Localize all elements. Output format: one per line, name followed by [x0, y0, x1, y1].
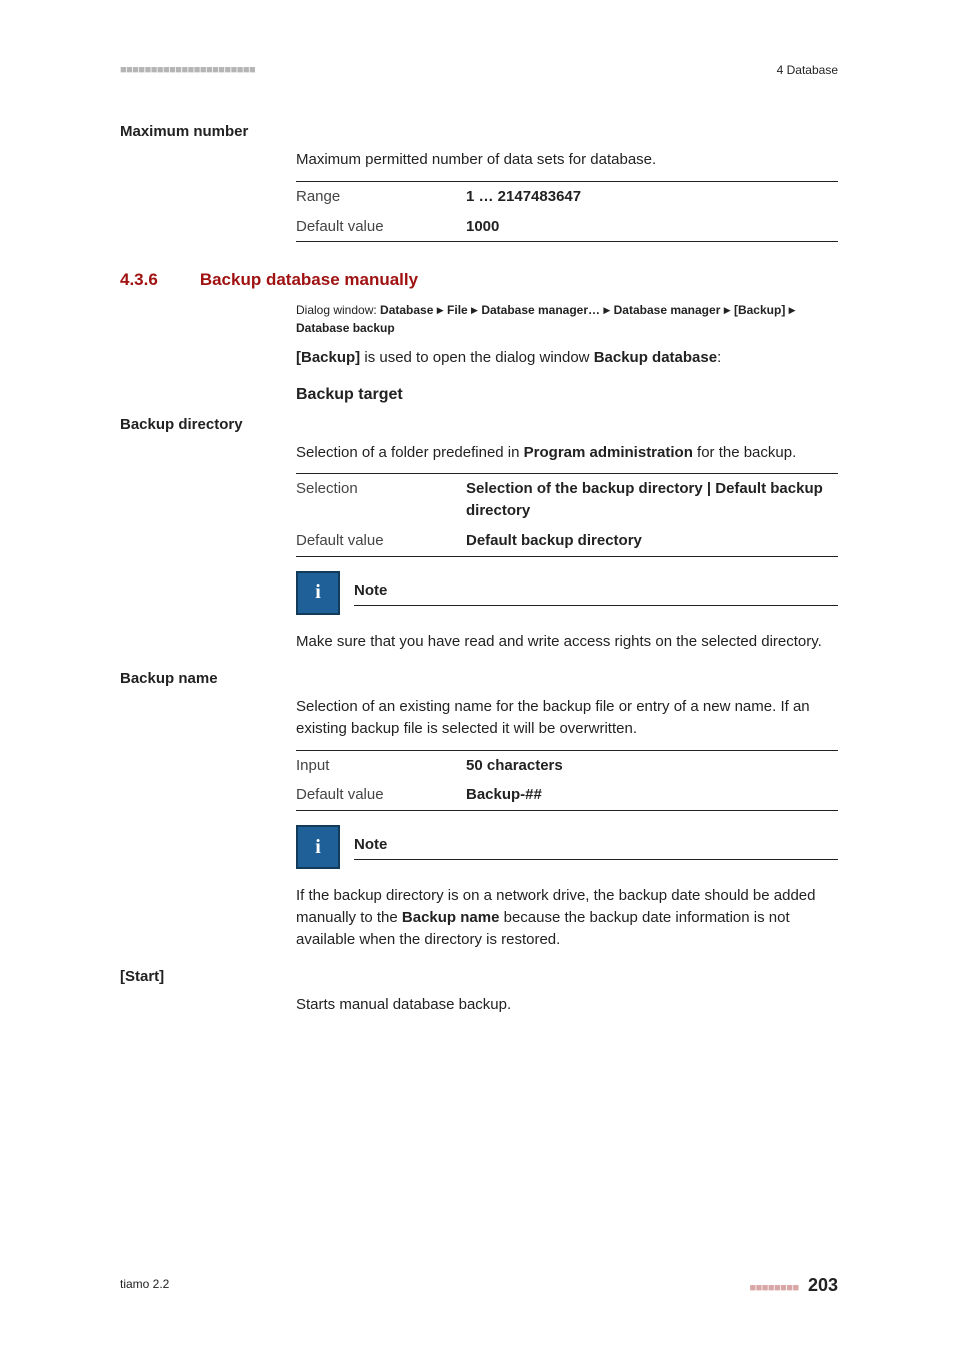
dialog-part: File	[447, 303, 468, 317]
separator-icon: ▶	[603, 305, 610, 315]
note-box: i Note Make sure that you have read and …	[296, 571, 838, 653]
table-value: 1 … 2147483647	[466, 181, 838, 211]
dialog-name: Backup database	[594, 349, 717, 366]
page-footer: tiamo 2.2 ■■■■■■■■ 203	[120, 1272, 838, 1298]
dialog-part: Database manager…	[481, 303, 600, 317]
table-key: Input	[296, 750, 466, 780]
note-title: Note	[354, 580, 838, 606]
maximum-number-table: Range1 … 2147483647 Default value1000	[296, 181, 838, 243]
note-box: i Note If the backup directory is on a n…	[296, 825, 838, 950]
dialog-part: Database	[380, 303, 433, 317]
info-icon: i	[296, 571, 340, 615]
param-label-maximum-number: Maximum number	[120, 121, 838, 143]
separator-icon: ▶	[724, 305, 731, 315]
backup-directory-table: SelectionSelection of the backup directo…	[296, 473, 838, 556]
section-title: Backup database manually	[200, 268, 418, 293]
dialog-prefix: Dialog window:	[296, 303, 380, 317]
table-value: Default backup directory	[466, 526, 838, 556]
section-heading: 4.3.6 Backup database manually	[120, 268, 838, 293]
info-icon-glyph: i	[315, 578, 321, 607]
table-value: 1000	[466, 212, 838, 242]
text: Selection of a folder predefined in	[296, 444, 524, 461]
info-icon-glyph: i	[315, 833, 321, 862]
text: is used to open the dialog window	[360, 349, 594, 366]
table-key: Range	[296, 181, 466, 211]
dialog-part: [Backup]	[734, 303, 785, 317]
backup-button-ref: [Backup]	[296, 349, 360, 366]
dialog-window-path: Dialog window: Database ▶ File ▶ Databas…	[296, 301, 838, 337]
text-bold: Backup name	[402, 909, 500, 926]
dialog-part: Database manager	[614, 303, 721, 317]
table-key: Selection	[296, 474, 466, 526]
separator-icon: ▶	[437, 305, 444, 315]
param-label-backup-directory: Backup directory	[120, 414, 838, 436]
param-label-start: [Start]	[120, 966, 838, 988]
note-body: If the backup directory is on a network …	[296, 885, 838, 950]
table-value: Backup-##	[466, 780, 838, 810]
start-desc: Starts manual database backup.	[296, 994, 838, 1016]
backup-directory-desc: Selection of a folder predefined in Prog…	[296, 442, 838, 464]
page-header: ■■■■■■■■■■■■■■■■■■■■■■ 4 Database	[120, 62, 838, 79]
separator-icon: ▶	[789, 305, 796, 315]
info-icon: i	[296, 825, 340, 869]
text: :	[717, 349, 721, 366]
table-key: Default value	[296, 526, 466, 556]
chapter-label: 4 Database	[777, 62, 838, 79]
product-name: tiamo 2.2	[120, 1276, 169, 1293]
backup-open-text: [Backup] is used to open the dialog wind…	[296, 347, 838, 369]
table-key: Default value	[296, 780, 466, 810]
note-body: Make sure that you have read and write a…	[296, 631, 838, 653]
table-value: 50 characters	[466, 750, 838, 780]
backup-name-table: Input50 characters Default valueBackup-#…	[296, 750, 838, 812]
page-number: 203	[808, 1275, 838, 1295]
separator-icon: ▶	[471, 305, 478, 315]
section-number: 4.3.6	[120, 268, 158, 293]
note-title: Note	[354, 834, 838, 860]
backup-name-desc: Selection of an existing name for the ba…	[296, 696, 838, 740]
param-label-backup-name: Backup name	[120, 668, 838, 690]
table-value: Selection of the backup directory | Defa…	[466, 474, 838, 526]
footer-dashes: ■■■■■■■■	[749, 1282, 798, 1294]
text-bold: Program administration	[524, 444, 693, 461]
text: for the backup.	[693, 444, 796, 461]
header-dashes: ■■■■■■■■■■■■■■■■■■■■■■	[120, 63, 255, 79]
maximum-number-desc: Maximum permitted number of data sets fo…	[296, 149, 838, 171]
subheading-backup-target: Backup target	[296, 383, 838, 406]
table-key: Default value	[296, 212, 466, 242]
dialog-part: Database backup	[296, 321, 395, 335]
